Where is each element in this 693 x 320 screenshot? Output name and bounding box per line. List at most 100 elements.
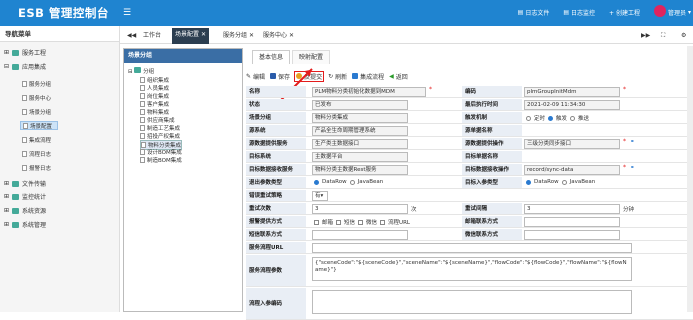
radio-datarow[interactable] — [314, 179, 319, 185]
edit-button[interactable]: ✎ 编辑 — [246, 72, 265, 81]
tab-mapping-config[interactable]: 映射配置 — [292, 50, 331, 64]
tree-node[interactable]: 岗位集成 — [140, 92, 169, 100]
target-op-field[interactable]: record/sync-data — [524, 165, 620, 175]
radio-trigger[interactable] — [548, 115, 554, 121]
checkbox-wechat[interactable] — [358, 219, 364, 225]
flow-url-label: 服务流程URL — [246, 242, 306, 253]
close-icon[interactable]: ✕ — [201, 31, 206, 38]
sidebar-item-alarm-log[interactable]: 报警日志 — [20, 163, 58, 172]
link-icon[interactable]: ⚭ — [630, 165, 635, 171]
wechat-contact-field[interactable] — [524, 230, 620, 240]
flow-input-code-textarea[interactable] — [312, 290, 632, 314]
target-system-field[interactable]: 主数据平台 — [312, 152, 408, 162]
file-icon: ▤ — [517, 9, 524, 16]
folder-icon — [12, 193, 20, 200]
integration-flow-button[interactable]: 集成流程 — [352, 72, 384, 81]
page-icon — [140, 85, 145, 91]
plus-icon: ⊞ — [4, 193, 10, 200]
sidebar-item-service-group[interactable]: 服务分组 — [20, 79, 58, 88]
monitor-icon: ▤ — [563, 9, 570, 16]
source-doc-name-label: 源单据名称 — [462, 125, 522, 136]
tab-workbench[interactable]: 工作台 — [140, 30, 164, 44]
refresh-button[interactable]: ↻ 刷新 — [328, 72, 347, 81]
save-button[interactable]: 保存 — [270, 72, 290, 81]
tree-node[interactable]: 组织集成 — [140, 76, 169, 84]
source-system-field[interactable]: 产品全生命周期管理系统 — [312, 126, 408, 136]
sms-contact-field[interactable] — [312, 230, 408, 240]
link-icon[interactable]: ⚭ — [630, 139, 635, 145]
checkbox-flow-url[interactable] — [380, 219, 386, 225]
create-project-link[interactable]: + 创建工程 — [609, 8, 640, 17]
close-icon[interactable]: ✕ — [289, 32, 294, 39]
page-icon — [22, 164, 27, 171]
tree-node[interactable]: 供应商集成 — [140, 116, 175, 124]
retry-count-field[interactable]: 3 — [312, 204, 408, 214]
radio-javabean[interactable] — [561, 179, 567, 185]
menu-toggle-icon[interactable]: ☰ — [123, 8, 131, 18]
trigger-radio-group: 定时 触发 推送 — [526, 114, 589, 122]
user-menu[interactable]: 管理员 ▾ — [653, 5, 691, 17]
checkbox-email[interactable] — [314, 219, 319, 225]
source-system-label: 源系统 — [246, 125, 306, 136]
minus-icon: ⊟ — [128, 69, 133, 75]
radio-timed[interactable] — [526, 115, 531, 121]
flow-url-field[interactable] — [312, 243, 632, 253]
tree-node[interactable]: 人员集成 — [140, 84, 169, 92]
sidebar-item-scene-config[interactable]: 场景配置 — [20, 121, 58, 130]
save-icon — [270, 73, 277, 79]
retry-policy-select[interactable]: 有▾ — [312, 191, 328, 201]
sidebar-group-system-admin[interactable]: ⊞ 系统管理 — [4, 220, 46, 229]
sidebar-item-flow-log[interactable]: 流程日志 — [20, 149, 58, 158]
tree-node[interactable]: 客户集成 — [140, 100, 169, 108]
sidebar-group-monitor[interactable]: ⊞ 监控统计 — [4, 192, 46, 201]
sidebar-group-file-transfer[interactable]: ⊞ 文件传输 — [4, 179, 46, 188]
radio-javabean[interactable] — [349, 179, 355, 185]
tree-node[interactable]: 招投产权集成 — [140, 132, 180, 140]
required-mark: * — [623, 138, 626, 145]
checkbox-sms[interactable] — [336, 219, 342, 225]
tab-service-center[interactable]: 服务中心 ✕ — [260, 30, 297, 44]
refresh-icon: ↻ — [328, 72, 334, 80]
sidebar-group-service-project[interactable]: ⊞ 服务工程 — [4, 48, 46, 57]
source-op-field[interactable]: 三级分类同步接口 — [524, 139, 620, 149]
alarm-method-label: 报警提供方式 — [246, 216, 306, 227]
log-monitor-link[interactable]: ▤ 日志监控 — [563, 8, 595, 17]
tab-next-icon[interactable]: ▶▶ — [638, 30, 653, 44]
back-button[interactable]: ◀ 返回 — [389, 72, 408, 81]
tab-scene-config[interactable]: 场景配置 ✕ — [172, 28, 209, 44]
folder-icon — [134, 67, 142, 73]
tree-title: 场景分组 — [124, 49, 242, 63]
tab-service-group[interactable]: 服务分组 ✕ — [220, 30, 257, 44]
name-field[interactable]: PLM物料分类初始化数据到MDM — [312, 87, 426, 97]
tree-node[interactable]: 制造BOM集成 — [140, 156, 182, 164]
radio-datarow[interactable] — [526, 179, 531, 185]
flow-params-textarea[interactable]: {"sceneCode":"${sceneCode}","sceneName":… — [312, 257, 632, 281]
source-service-field[interactable]: 生产类主数据接口 — [312, 139, 408, 149]
sidebar-item-scene-group[interactable]: 场景分组 — [20, 107, 58, 116]
log-file-link[interactable]: ▤ 日志文件 — [518, 8, 550, 17]
scene-group-field[interactable]: 物料分类集成 — [312, 113, 408, 123]
target-service-field[interactable]: 物料分类主数据Rest服务 — [312, 165, 408, 175]
tab-basic-info[interactable]: 基本信息 — [252, 50, 291, 64]
mail-contact-field[interactable] — [524, 217, 620, 227]
scrollbar[interactable] — [687, 46, 693, 312]
sidebar-group-app-integration[interactable]: ⊟ 应用集成 — [4, 62, 46, 71]
code-field[interactable]: plmGroupInitMdm — [524, 87, 620, 97]
sidebar-item-integration-flow[interactable]: 集成流程 — [20, 135, 58, 144]
last-exec-label: 最后执行时间 — [462, 99, 522, 110]
retry-interval-field[interactable]: 3 — [524, 204, 620, 214]
tree-node[interactable]: 物料集成 — [140, 108, 169, 116]
page-icon — [22, 108, 27, 115]
fullscreen-icon[interactable]: ⛶ — [658, 30, 668, 44]
tree-node[interactable]: 制造工艺集成 — [140, 124, 180, 132]
sidebar-group-system-resource[interactable]: ⊞ 系统资源 — [4, 206, 46, 215]
close-icon[interactable]: ✕ — [249, 32, 254, 39]
tree-root[interactable]: ⊟ 分组 — [128, 67, 154, 75]
page-icon — [140, 93, 145, 99]
gear-icon[interactable]: ⚙ — [678, 30, 689, 44]
tree-node[interactable]: 设计BOM集成 — [140, 148, 182, 156]
radio-push[interactable] — [570, 115, 576, 121]
sidebar-item-service-center[interactable]: 服务中心 — [20, 93, 58, 102]
in-type-radio-group: DataRow JavaBean — [526, 179, 595, 185]
tab-prev-icon[interactable]: ◀◀ — [124, 30, 139, 44]
